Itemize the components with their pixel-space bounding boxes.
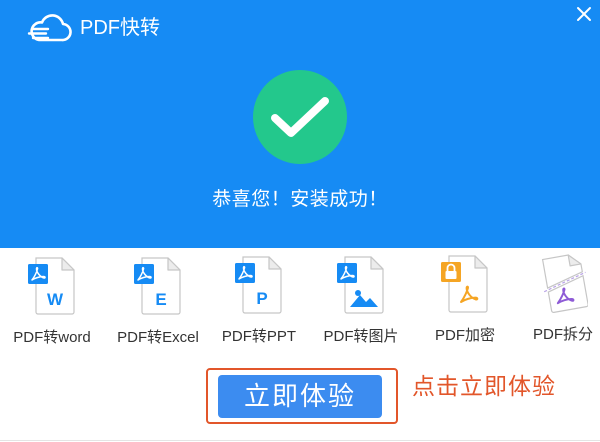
ppt-document-icon: P	[235, 256, 282, 314]
word-document-icon: W	[28, 257, 75, 315]
feature-pdf-to-word[interactable]: W PDF转word	[2, 256, 102, 348]
success-message: 恭喜您！安装成功！	[212, 189, 388, 210]
feature-label: PDF转PPT	[221, 328, 297, 345]
split-document-icon	[541, 254, 588, 313]
feature-pdf-to-excel[interactable]: E PDF转Excel	[108, 256, 208, 348]
feature-pdf-split[interactable]: PDF拆分	[526, 253, 600, 345]
feature-label: PDF加密	[434, 327, 495, 344]
ppt-letter: P	[256, 289, 267, 308]
cta-hint-text: 点击立即体验	[412, 373, 556, 399]
cloud-logo-icon	[27, 14, 72, 42]
app-title: PDF快转	[80, 17, 160, 39]
feature-label: PDF转word	[13, 329, 91, 346]
feature-pdf-to-ppt[interactable]: P PDF转PPT	[209, 255, 309, 347]
close-icon[interactable]	[574, 4, 594, 24]
feature-label: PDF转图片	[323, 328, 399, 345]
feature-label: PDF拆分	[532, 326, 593, 343]
image-document-icon	[337, 256, 384, 314]
checkmark-icon	[253, 70, 347, 164]
excel-letter: E	[155, 290, 166, 309]
try-now-button[interactable]: 立即体验	[218, 375, 382, 418]
feature-label: PDF转Excel	[117, 329, 199, 346]
feature-pdf-encrypt[interactable]: PDF加密	[415, 254, 515, 346]
lock-document-icon	[441, 255, 488, 313]
bottom-divider	[0, 440, 600, 441]
excel-document-icon: E	[134, 257, 181, 315]
header-banner: PDF快转 恭喜您！安装成功！	[0, 0, 600, 248]
feature-pdf-to-image[interactable]: PDF转图片	[311, 255, 411, 347]
word-letter: W	[47, 290, 64, 309]
